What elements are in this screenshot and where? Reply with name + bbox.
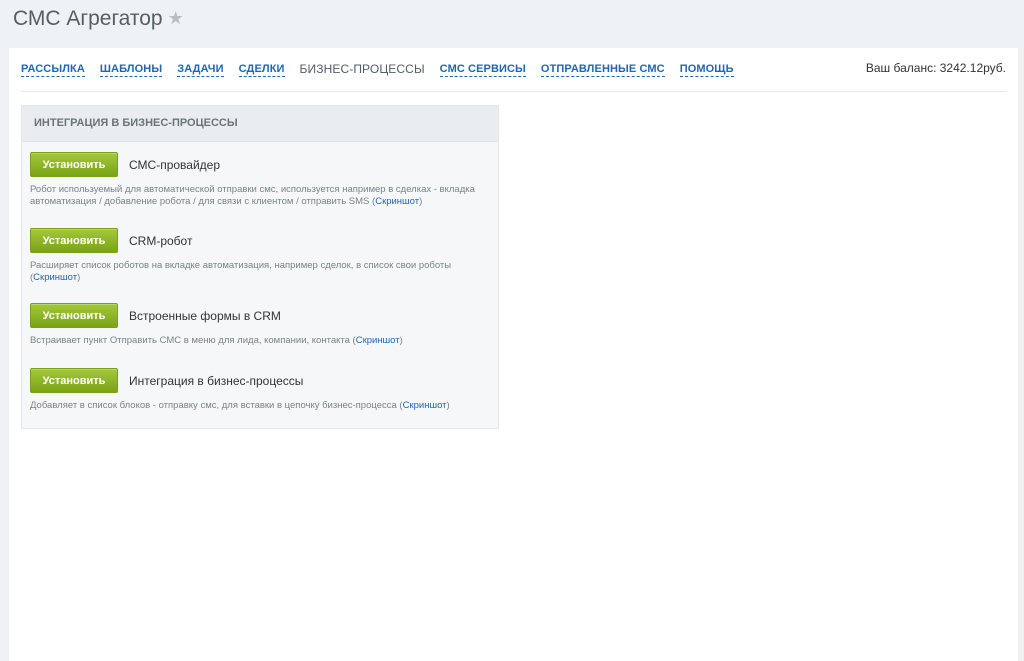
- screenshot-link[interactable]: Скриншот: [33, 272, 77, 283]
- star-icon[interactable]: ★: [168, 5, 184, 31]
- install-sms-provider-button[interactable]: Установить: [30, 152, 118, 177]
- page-title: СМС Агрегатор ★: [13, 5, 184, 32]
- item-description-text: Добавляет в список блоков - отправку смс…: [30, 400, 403, 411]
- item-description-end: ): [399, 335, 403, 346]
- app-header: СМС Агрегатор ★: [0, 0, 1024, 48]
- nav-item-sent-sms[interactable]: ОТПРАВЛЕННЫЕ СМС: [540, 63, 665, 77]
- nav-item-templates[interactable]: ШАБЛОНЫ: [99, 63, 163, 77]
- screenshot-link[interactable]: Скриншот: [375, 196, 419, 207]
- page-title-text: СМС Агрегатор: [13, 7, 163, 30]
- item-description-end: ): [419, 196, 423, 207]
- item-description: Встраивает пункт Отправить СМС в меню дл…: [30, 335, 485, 347]
- item-row: Установить СМС-провайдер: [30, 152, 490, 177]
- integration-item-sms-provider: Установить СМС-провайдер Робот используе…: [30, 152, 490, 208]
- nav-item-tasks[interactable]: ЗАДАЧИ: [177, 63, 224, 77]
- install-crm-forms-button[interactable]: Установить: [30, 303, 118, 328]
- item-title: CRM-робот: [129, 233, 193, 248]
- nav-item-sms-services[interactable]: СМС СЕРВИСЫ: [439, 63, 526, 77]
- nav-item-deals[interactable]: СДЕЛКИ: [238, 63, 285, 77]
- screenshot-link[interactable]: Скриншот: [356, 335, 400, 346]
- integration-item-crm-forms: Установить Встроенные формы в CRM Встраи…: [30, 303, 490, 347]
- nav-item-business-processes[interactable]: БИЗНЕС-ПРОЦЕССЫ: [300, 63, 425, 77]
- nav-item-help[interactable]: ПОМОЩЬ: [679, 63, 734, 77]
- panel-title: ИНТЕГРАЦИЯ В БИЗНЕС-ПРОЦЕССЫ: [22, 106, 498, 142]
- integration-item-crm-robot: Установить CRM-робот Расширяет список ро…: [30, 228, 490, 284]
- nav-divider: [21, 91, 1006, 92]
- item-description: Добавляет в список блоков - отправку смс…: [30, 400, 485, 412]
- item-description: Расширяет список роботов на вкладке авто…: [30, 260, 485, 284]
- item-row: Установить Встроенные формы в CRM: [30, 303, 490, 328]
- item-title: Интеграция в бизнес-процессы: [129, 373, 304, 388]
- item-description-end: ): [77, 272, 81, 283]
- screenshot-link[interactable]: Скриншот: [403, 400, 447, 411]
- integration-panel: ИНТЕГРАЦИЯ В БИЗНЕС-ПРОЦЕССЫ Установить …: [21, 105, 499, 429]
- item-description: Робот используемый для автоматической от…: [30, 184, 485, 208]
- integration-item-business-processes: Установить Интеграция в бизнес-процессы …: [30, 368, 490, 412]
- install-business-processes-button[interactable]: Установить: [30, 368, 118, 393]
- install-crm-robot-button[interactable]: Установить: [30, 228, 118, 253]
- balance: Ваш баланс: 3242.12руб.: [865, 61, 1006, 75]
- item-title: Встроенные формы в CRM: [129, 308, 281, 323]
- item-title: СМС-провайдер: [129, 157, 221, 172]
- workarea: РАССЫЛКА ШАБЛОНЫ ЗАДАЧИ СДЕЛКИ БИЗНЕС-ПР…: [9, 48, 1018, 661]
- item-description-text: Встраивает пункт Отправить СМС в меню дл…: [30, 335, 356, 346]
- item-row: Установить CRM-робот: [30, 228, 490, 253]
- item-row: Установить Интеграция в бизнес-процессы: [30, 368, 490, 393]
- nav-item-mailing[interactable]: РАССЫЛКА: [21, 63, 85, 77]
- item-description-end: ): [446, 400, 450, 411]
- item-description-text: Расширяет список роботов на вкладке авто…: [30, 260, 452, 283]
- top-nav: РАССЫЛКА ШАБЛОНЫ ЗАДАЧИ СДЕЛКИ БИЗНЕС-ПР…: [21, 62, 749, 78]
